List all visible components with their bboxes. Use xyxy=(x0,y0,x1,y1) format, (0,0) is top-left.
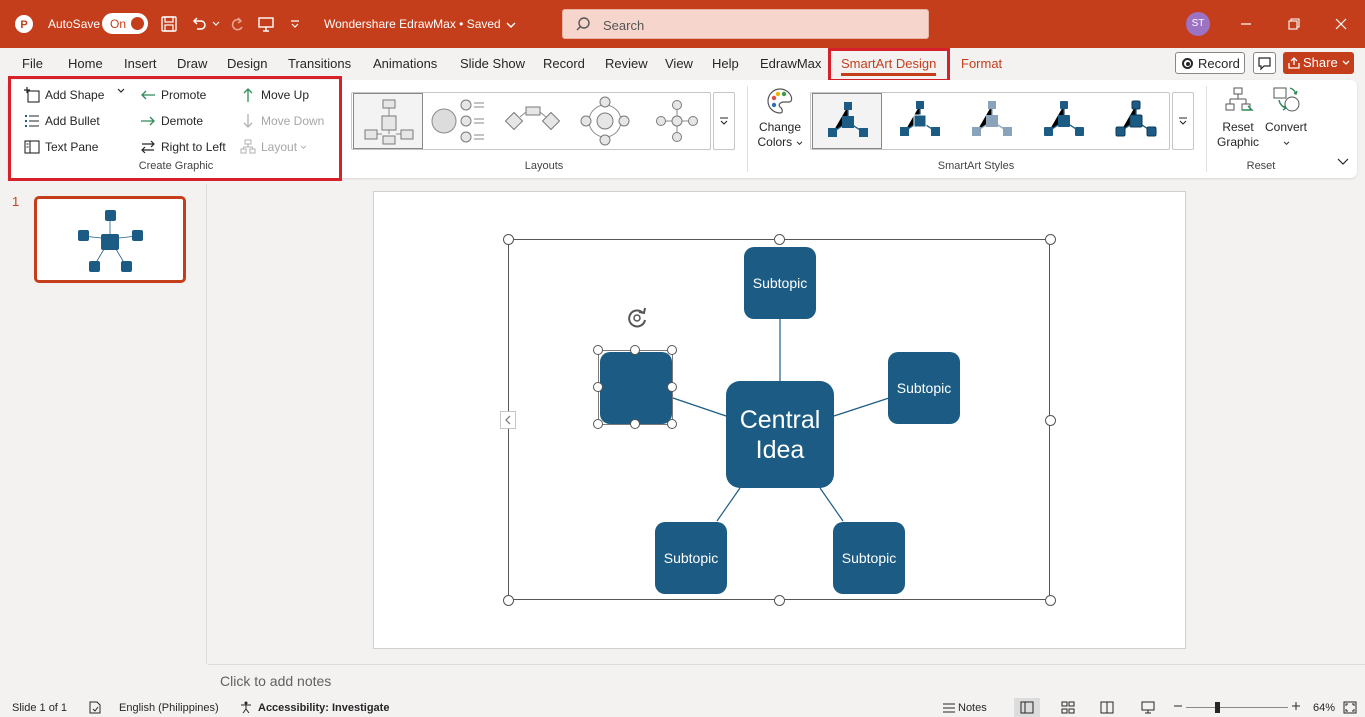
normal-view-button[interactable] xyxy=(1014,698,1040,717)
node-subtopic-bottom-left[interactable]: Subtopic xyxy=(655,522,727,594)
frame-resize-handle[interactable] xyxy=(774,234,785,245)
zoom-out-icon[interactable] xyxy=(1173,699,1183,716)
notes-pane[interactable]: Click to add notes xyxy=(208,664,1365,698)
chevron-left-icon xyxy=(505,415,511,425)
frame-resize-handle[interactable] xyxy=(503,234,514,245)
slide-counter: Slide 1 of 1 xyxy=(12,702,68,714)
slide-sorter-icon[interactable] xyxy=(1061,701,1075,717)
zoom-in-icon[interactable] xyxy=(1291,699,1301,716)
shape-resize-handle[interactable] xyxy=(667,382,677,392)
frame-resize-handle[interactable] xyxy=(1045,415,1056,426)
shape-resize-handle[interactable] xyxy=(630,345,640,355)
rotate-handle-icon[interactable] xyxy=(624,305,650,331)
status-bar: Slide 1 of 1 English (Philippines) Acces… xyxy=(0,698,1365,717)
shape-resize-handle[interactable] xyxy=(630,419,640,429)
accessibility-status[interactable]: Accessibility: Investigate xyxy=(258,702,389,714)
shape-resize-handle[interactable] xyxy=(667,345,677,355)
frame-resize-handle[interactable] xyxy=(1045,234,1056,245)
node-subtopic-right[interactable]: Subtopic xyxy=(888,352,960,424)
zoom-slider-track[interactable] xyxy=(1186,707,1288,708)
slideshow-view-icon[interactable] xyxy=(1141,701,1155,717)
shape-resize-handle[interactable] xyxy=(667,419,677,429)
node-subtopic-top[interactable]: Subtopic xyxy=(744,247,816,319)
frame-resize-handle[interactable] xyxy=(503,595,514,606)
zoom-level[interactable]: 64% xyxy=(1313,702,1335,714)
notes-placeholder: Click to add notes xyxy=(220,673,332,689)
notes-toggle[interactable]: Notes xyxy=(958,702,987,714)
language-indicator[interactable]: English (Philippines) xyxy=(119,702,219,714)
shape-resize-handle[interactable] xyxy=(593,419,603,429)
accessibility-icon xyxy=(239,701,253,717)
shape-resize-handle[interactable] xyxy=(593,345,603,355)
selection-box xyxy=(598,350,673,425)
shape-resize-handle[interactable] xyxy=(593,382,603,392)
frame-resize-handle[interactable] xyxy=(1045,595,1056,606)
reading-view-icon[interactable] xyxy=(1100,701,1114,717)
node-central-idea[interactable]: Central Idea xyxy=(726,381,834,488)
text-pane-toggle[interactable] xyxy=(500,411,516,429)
spelling-icon[interactable] xyxy=(88,701,102,717)
frame-resize-handle[interactable] xyxy=(774,595,785,606)
node-subtopic-bottom-right[interactable]: Subtopic xyxy=(833,522,905,594)
zoom-slider-thumb[interactable] xyxy=(1215,702,1220,713)
notes-icon xyxy=(942,701,956,717)
fit-to-window-icon[interactable] xyxy=(1343,701,1357,717)
central-idea-text: Central Idea xyxy=(739,405,821,464)
